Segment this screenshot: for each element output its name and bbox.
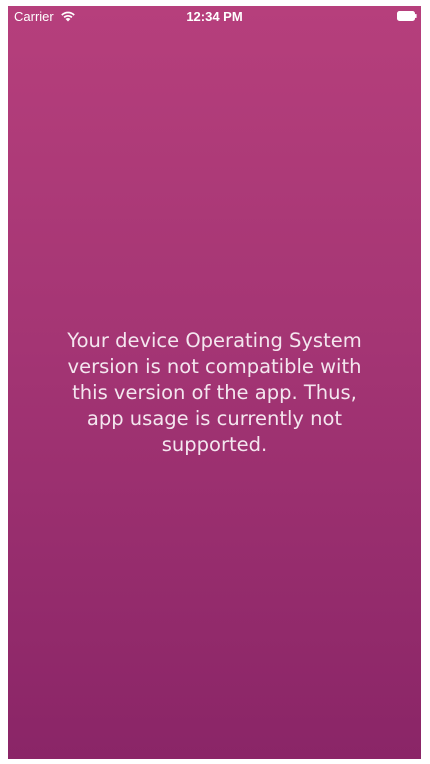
status-time: 12:34 PM	[186, 9, 243, 24]
app-screen: Carrier 12:34 PM Your device Operating S…	[8, 6, 421, 759]
battery-icon	[397, 11, 417, 21]
status-bar: Carrier 12:34 PM	[8, 6, 421, 28]
unsupported-os-message: Your device Operating System version is …	[67, 329, 362, 456]
